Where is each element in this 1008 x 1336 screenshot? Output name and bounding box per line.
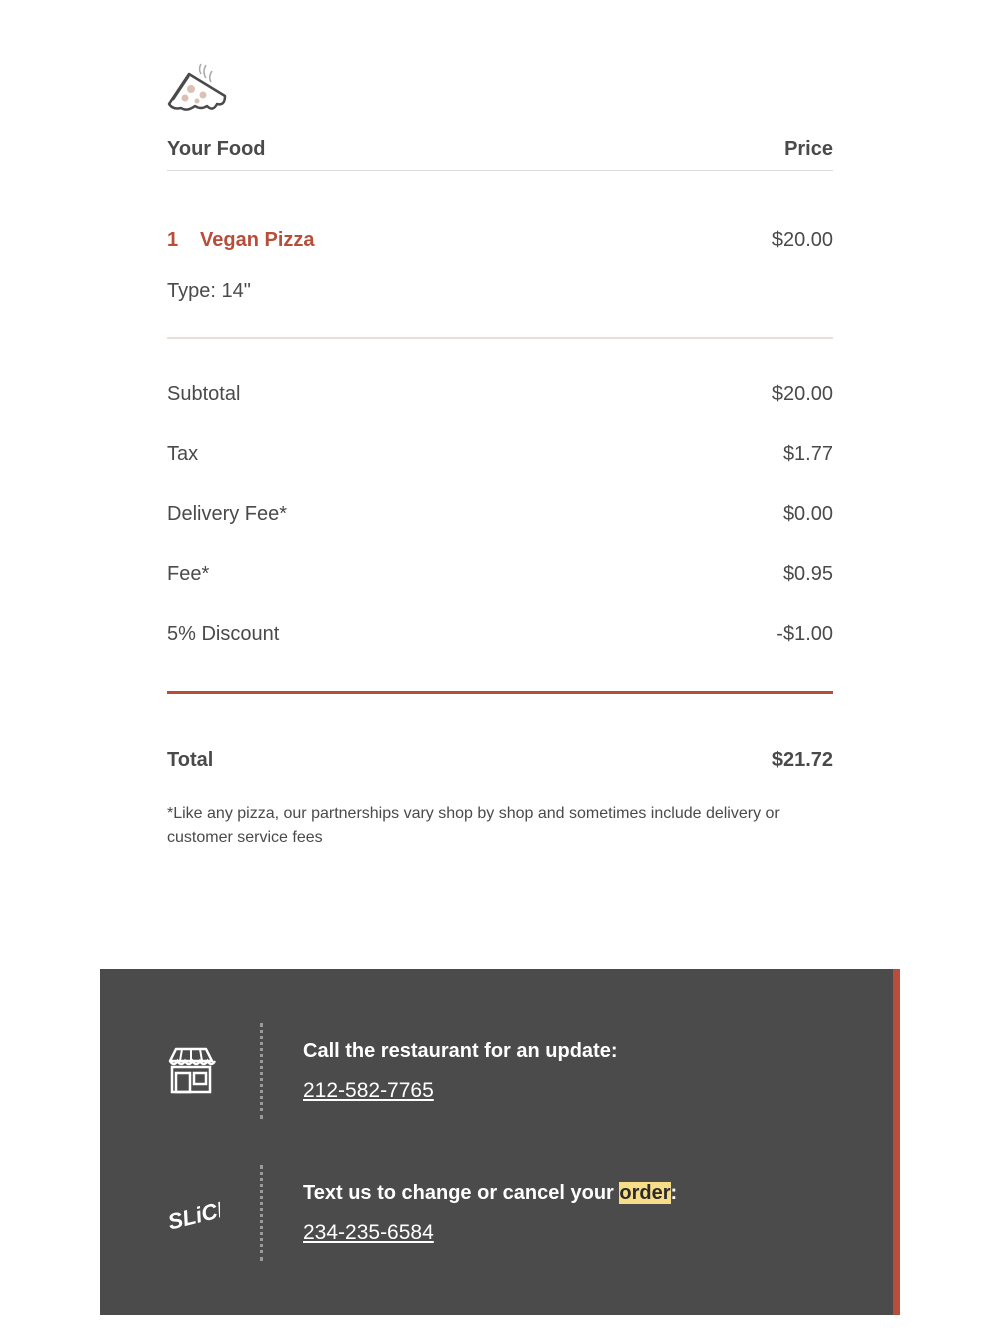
summary-value-subtotal: $20.00 — [771, 383, 833, 405]
slice-divider — [260, 1165, 263, 1261]
total-divider — [167, 691, 833, 694]
fee-footnote: *Like any pizza, our partnerships vary s… — [167, 805, 780, 846]
summary-label-delivery-fee: Delivery Fee* — [167, 503, 288, 525]
receipt: Your Food Price 1 Vegan Pizza $20.00 Typ… — [167, 0, 833, 900]
contact-footer: Call the restaurant for an update: 212-5… — [100, 969, 900, 1315]
item-option: Type: 14" — [167, 280, 251, 302]
column-header-price: Price — [784, 138, 833, 160]
svg-text:SLiCE: SLiCE — [165, 1194, 220, 1234]
summary-value-fee: $0.95 — [782, 563, 833, 585]
storefront-icon — [168, 1047, 216, 1094]
summary-value-delivery-fee: $0.00 — [782, 503, 833, 525]
summary-label-discount: 5% Discount — [167, 623, 280, 645]
item-quantity: 1 — [167, 229, 179, 251]
items-divider — [167, 337, 833, 339]
slice-logo: SLiCE — [165, 1194, 220, 1234]
summary-label-fee: Fee* — [167, 563, 210, 585]
slice-text-title-end: : — [670, 1182, 678, 1204]
highlighted-word: order — [619, 1182, 671, 1204]
item-name: Vegan Pizza — [200, 229, 315, 251]
restaurant-phone-link[interactable]: 212-582-7765 — [303, 1079, 434, 1103]
footer-accent-bar — [893, 969, 900, 1315]
total-label: Total — [167, 749, 214, 771]
column-header-food: Your Food — [167, 138, 266, 160]
summary-value-discount: -$1.00 — [776, 623, 833, 645]
total-value: $21.72 — [771, 749, 833, 771]
header-divider — [167, 170, 833, 171]
summary-label-tax: Tax — [167, 443, 199, 465]
summary-label-subtotal: Subtotal — [167, 383, 241, 405]
pizza-slice-icon — [167, 63, 227, 111]
slice-phone-link[interactable]: 234-235-6584 — [303, 1221, 434, 1245]
restaurant-divider — [260, 1023, 263, 1119]
slice-text-title-main: Text us to change or cancel your — [303, 1182, 620, 1204]
slice-text-title: Text us to change or cancel your order: — [303, 1182, 677, 1205]
restaurant-call-title: Call the restaurant for an update: — [303, 1040, 618, 1062]
item-price: $20.00 — [771, 229, 833, 251]
summary-value-tax: $1.77 — [782, 443, 833, 465]
